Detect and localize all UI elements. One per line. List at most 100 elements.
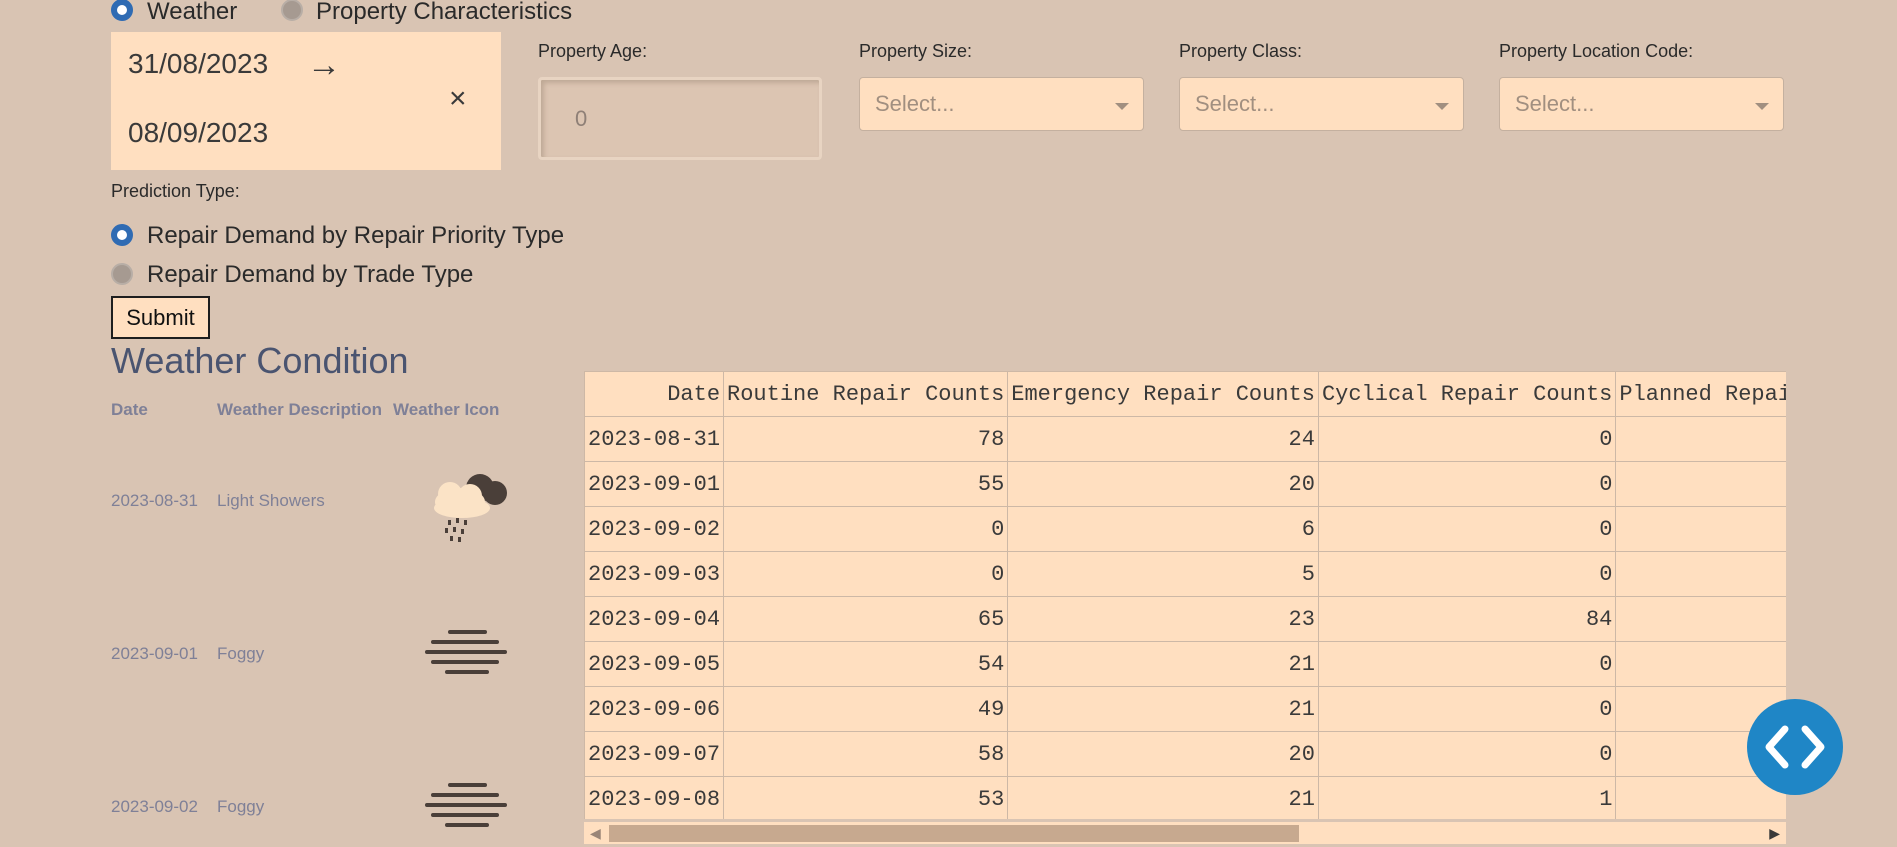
cell-routine: 0 [723,551,1009,597]
cell-date: 2023-09-02 [584,506,725,552]
table-row: 2023-09-05 54 21 0 [584,641,1786,687]
property-characteristics-radio-label[interactable]: Property Characteristics [316,0,572,26]
property-location-label: Property Location Code: [1499,41,1694,61]
column-header-routine[interactable]: Routine Repair Counts [723,371,1009,417]
property-class-label: Property Class: [1179,41,1303,61]
weather-description-header: Weather Description [217,400,383,419]
property-location-placeholder: Select... [1515,91,1595,116]
cell-routine: 49 [723,686,1009,732]
chevron-down-icon [1435,103,1449,110]
cell-routine: 58 [723,731,1009,777]
weather-condition-title: Weather Condition [111,340,409,381]
repair-priority-radio-label[interactable]: Repair Demand by Repair Priority Type [147,222,564,250]
cell-routine: 0 [723,506,1009,552]
submit-button[interactable]: Submit [111,296,210,339]
repair-priority-radio[interactable] [111,224,133,246]
cell-routine: 53 [723,776,1009,819]
cell-emergency: 21 [1007,686,1319,732]
cell-planned [1615,551,1786,597]
cell-emergency: 20 [1007,731,1319,777]
cell-emergency: 5 [1007,551,1319,597]
scrollbar-thumb[interactable] [609,825,1299,842]
cell-date: 2023-09-01 [584,461,725,507]
cell-date: 2023-09-08 [584,776,725,819]
cell-date: 2023-09-06 [584,686,725,732]
cell-routine: 78 [723,416,1009,462]
cell-emergency: 20 [1007,461,1319,507]
table-row: 2023-09-07 58 20 0 [584,731,1786,777]
scroll-left-icon[interactable]: ◀ [590,825,601,842]
property-age-input[interactable]: 0 [538,77,822,160]
table-row: 2023-09-04 65 23 84 [584,596,1786,642]
weather-radio[interactable] [111,0,133,21]
table-row: 2023-09-03 0 5 0 [584,551,1786,597]
table-row: 2023-09-01 55 20 0 [584,461,1786,507]
cell-cyclical: 0 [1317,686,1617,732]
weather-date-header: Date [111,400,148,419]
property-size-select[interactable]: Select... [859,77,1144,131]
cell-cyclical: 0 [1317,506,1617,552]
date-range-picker[interactable]: 31/08/2023 → 08/09/2023 × [111,32,501,170]
cell-emergency: 6 [1007,506,1319,552]
cell-emergency: 21 [1007,776,1319,819]
repair-counts-table[interactable]: Date Routine Repair Counts Emergency Rep… [584,371,1786,819]
property-class-placeholder: Select... [1195,91,1275,116]
cell-routine: 65 [723,596,1009,642]
cell-date: 2023-09-03 [584,551,725,597]
weather-row-date: 2023-09-02 [111,797,198,816]
cell-cyclical: 0 [1317,416,1617,462]
property-size-label: Property Size: [859,41,973,61]
chevron-down-icon [1115,103,1129,110]
cell-planned [1615,416,1786,462]
property-age-label: Property Age: [538,41,648,61]
weather-row-description: Foggy [217,797,265,816]
cell-date: 2023-08-31 [584,416,725,462]
end-date-input[interactable]: 08/09/2023 [128,117,268,149]
table-header-row: Date Routine Repair Counts Emergency Rep… [584,371,1786,417]
trade-type-radio[interactable] [111,263,133,285]
cell-cyclical: 0 [1317,551,1617,597]
cell-routine: 54 [723,641,1009,687]
table-horizontal-scrollbar[interactable]: ◀ ▶ [584,822,1786,844]
clear-dates-icon[interactable]: × [449,82,467,116]
property-location-select[interactable]: Select... [1499,77,1784,131]
weather-row-date: 2023-08-31 [111,491,198,510]
code-toggle-button[interactable] [1747,699,1843,795]
cell-cyclical: 84 [1317,596,1617,642]
weather-row-description: Foggy [217,644,265,663]
chevron-down-icon [1755,103,1769,110]
cell-cyclical: 0 [1317,461,1617,507]
table-row: 2023-09-08 53 21 1 [584,776,1786,819]
cell-routine: 55 [723,461,1009,507]
weather-row-description: Light Showers [217,491,325,510]
fog-icon [425,783,507,827]
table-row: 2023-09-02 0 6 0 [584,506,1786,552]
cell-emergency: 21 [1007,641,1319,687]
start-date-input[interactable]: 31/08/2023 [128,48,268,80]
column-header-emergency[interactable]: Emergency Repair Counts [1007,371,1319,417]
column-header-planned[interactable]: Planned Repai [1615,371,1786,417]
cell-cyclical: 0 [1317,731,1617,777]
property-class-select[interactable]: Select... [1179,77,1464,131]
property-size-placeholder: Select... [875,91,955,116]
column-header-date[interactable]: Date [584,371,725,417]
cell-date: 2023-09-07 [584,731,725,777]
table-row: 2023-09-06 49 21 0 [584,686,1786,732]
arrow-right-icon: → [307,46,341,84]
weather-radio-label[interactable]: Weather [147,0,237,26]
cell-emergency: 24 [1007,416,1319,462]
trade-type-radio-label[interactable]: Repair Demand by Trade Type [147,261,473,289]
column-header-cyclical[interactable]: Cyclical Repair Counts [1317,371,1617,417]
code-icon [1765,725,1825,769]
cell-emergency: 23 [1007,596,1319,642]
cell-planned [1615,641,1786,687]
scroll-right-icon[interactable]: ▶ [1769,825,1780,842]
cell-planned [1615,506,1786,552]
prediction-type-label: Prediction Type: [111,181,240,201]
property-characteristics-radio[interactable] [281,0,303,21]
rain-cloud-icon [434,474,507,542]
weather-row-date: 2023-09-01 [111,644,198,663]
cell-cyclical: 0 [1317,641,1617,687]
weather-icon-header: Weather Icon [393,400,500,419]
cell-cyclical: 1 [1317,776,1617,819]
